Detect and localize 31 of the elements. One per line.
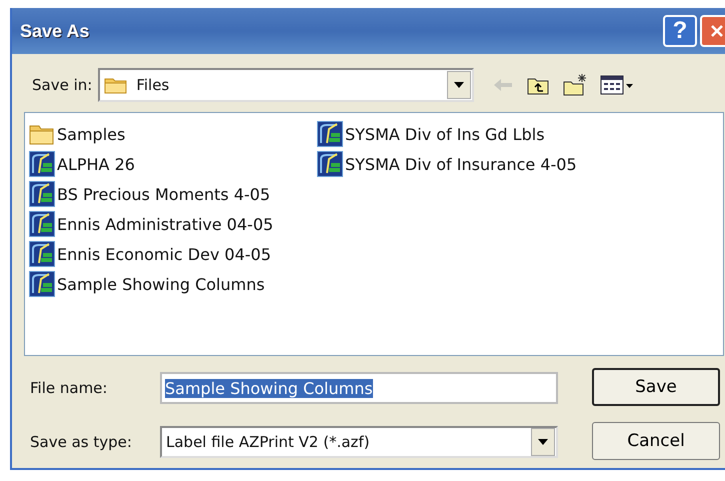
file-item[interactable]: SYSMA Div of Ins Gd Lbls [317, 119, 605, 149]
save-in-dropdown[interactable]: Files [98, 68, 474, 102]
dropdown-arrow-icon [538, 439, 548, 445]
file-name-label: File name: [29, 379, 108, 397]
new-folder-icon[interactable] [562, 73, 588, 97]
file-item[interactable]: ALPHA 26 [29, 149, 317, 179]
label-file-icon [29, 181, 55, 207]
file-item[interactable]: BS Precious Moments 4-05 [29, 179, 317, 209]
label-file-icon [29, 211, 55, 237]
file-item[interactable]: SYSMA Div of Insurance 4-05 [317, 149, 605, 179]
file-item[interactable]: Ennis Economic Dev 04-05 [29, 239, 317, 269]
cancel-button[interactable]: Cancel [592, 422, 720, 460]
save-in-label: Save in: [32, 76, 92, 94]
label-file-icon [29, 271, 55, 297]
view-menu-icon[interactable] [600, 74, 634, 96]
label-file-icon [29, 241, 55, 267]
close-button[interactable] [700, 15, 725, 47]
close-icon [709, 23, 725, 39]
file-name-field[interactable]: Sample Showing Columns [160, 372, 558, 404]
file-item[interactable]: Samples [29, 119, 317, 149]
file-item[interactable]: Ennis Administrative 04-05 [29, 209, 317, 239]
window-title: Save As [20, 20, 90, 42]
dropdown-arrow-icon [454, 82, 464, 88]
label-file-icon [317, 151, 343, 177]
file-item[interactable]: Sample Showing Columns [29, 269, 317, 299]
save-as-type-dropdown[interactable]: Label file AZPrint V2 (*.azf) [160, 426, 558, 458]
save-button[interactable]: Save [592, 368, 720, 406]
help-button[interactable]: ? [663, 15, 697, 47]
save-as-type-label: Save as type: [29, 433, 133, 451]
label-file-icon [317, 121, 343, 147]
label-file-icon [29, 151, 55, 177]
